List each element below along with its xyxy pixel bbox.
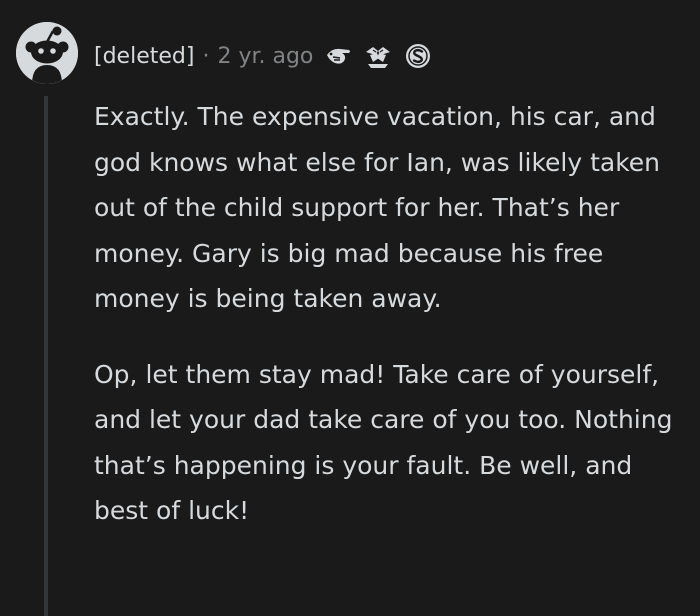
- comment: [deleted] · 2 yr. ago Exactly. The expen…: [0, 0, 700, 616]
- comment-paragraph: Op, let them stay mad! Take care of your…: [94, 359, 673, 526]
- fist-bump-award-icon[interactable]: [363, 41, 393, 71]
- comment-meta: [deleted] · 2 yr. ago: [94, 34, 433, 78]
- comment-body: Exactly. The expensive vacation, his car…: [94, 94, 684, 564]
- meta-separator: ·: [202, 43, 210, 69]
- thread-collapse-line[interactable]: [44, 96, 48, 616]
- awards-list: [323, 41, 433, 71]
- pointing-hand-award-icon[interactable]: [323, 41, 353, 71]
- snoo-avatar-icon: [16, 22, 78, 84]
- avatar[interactable]: [16, 22, 78, 84]
- comment-timestamp[interactable]: 2 yr. ago: [217, 44, 313, 69]
- comment-author[interactable]: [deleted]: [94, 44, 194, 69]
- silver-coin-award-icon[interactable]: [403, 41, 433, 71]
- comment-paragraph: Exactly. The expensive vacation, his car…: [94, 102, 661, 313]
